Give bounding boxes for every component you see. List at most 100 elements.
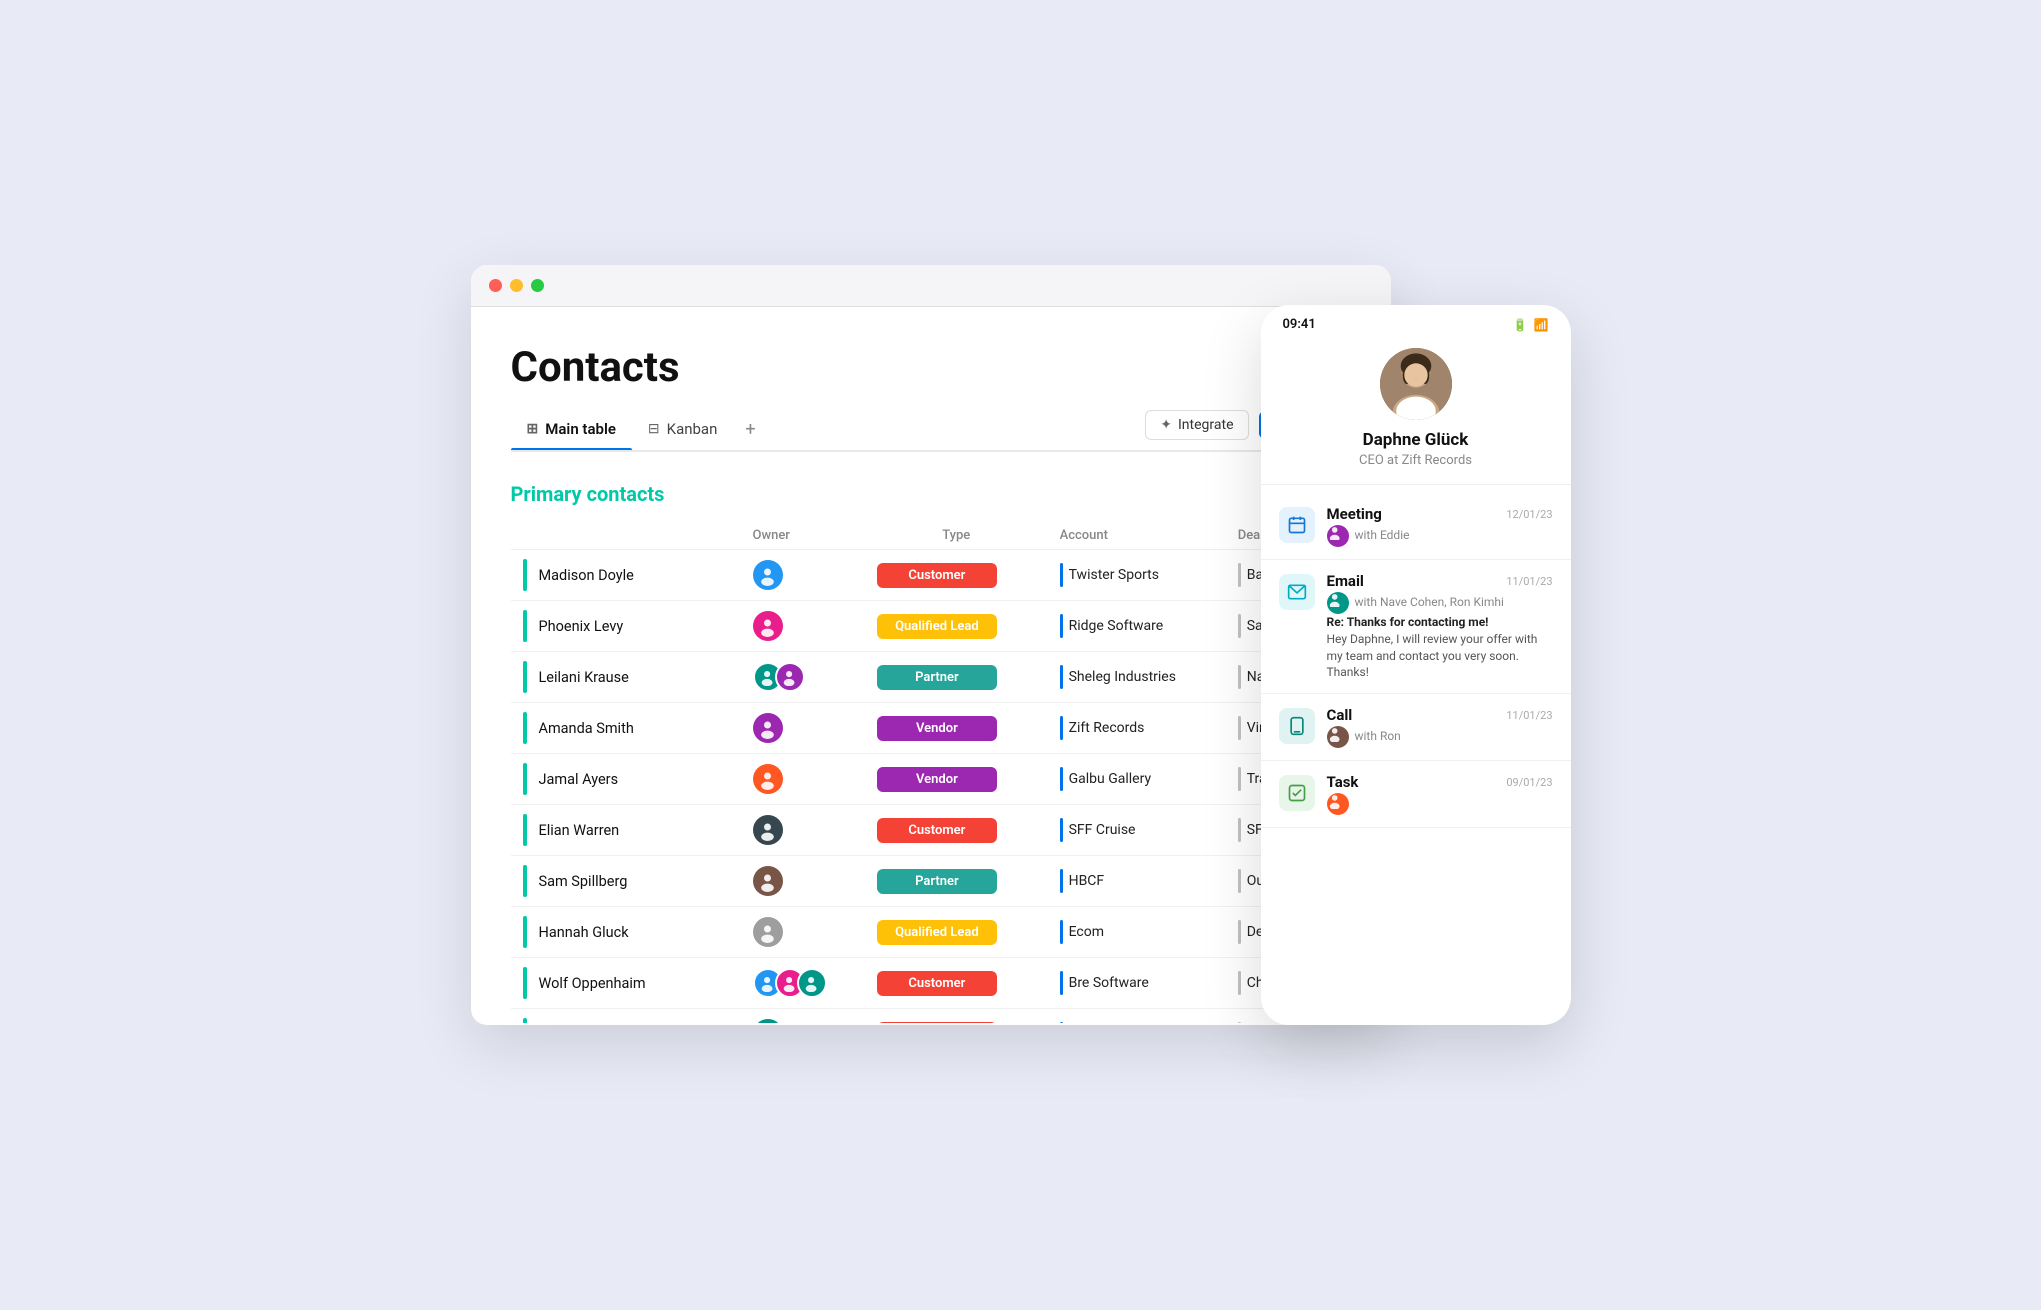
table-row[interactable]: Madison Doyle Customer Twister Sports Ba…: [511, 550, 1351, 601]
type-badge[interactable]: Customer: [877, 1022, 997, 1024]
contacts-table: Owner Type Account Deals Madison Doyle C…: [511, 522, 1351, 1023]
account-value: Zift Records: [1060, 716, 1214, 740]
contact-name: Madison Doyle: [539, 567, 634, 584]
contact-name: Elian Warren: [539, 822, 620, 839]
email-icon-wrap: [1279, 574, 1315, 610]
account-cell: Zift Records: [1048, 703, 1226, 754]
activity-call[interactable]: Call 11/01/23 with Ron: [1261, 694, 1571, 761]
owner-cell: [741, 703, 865, 754]
table-row[interactable]: Jamal Ayers Vendor Galbu Gallery Trays: [511, 754, 1351, 805]
meeting-date: 12/01/23: [1506, 508, 1552, 521]
email-preview: Re: Thanks for contacting me! Hey Daphne…: [1327, 614, 1553, 681]
task-icon-wrap: [1279, 775, 1315, 811]
contact-name: Hannah Gluck: [539, 924, 629, 941]
account-cell: Rot EM: [1048, 1009, 1226, 1024]
type-badge[interactable]: Qualified Lead: [877, 614, 997, 639]
type-cell[interactable]: Vendor: [865, 754, 1048, 805]
scene: Contacts ⊞ Main table ⊟ Kanban + ✦ Integ…: [471, 265, 1571, 1045]
owner-cell: [741, 754, 865, 805]
call-date: 11/01/23: [1506, 709, 1552, 722]
owner-cell: [741, 550, 865, 601]
owner-cell: [741, 958, 865, 1009]
type-badge[interactable]: Partner: [877, 665, 997, 690]
owner-avatar: [753, 713, 783, 743]
table-row[interactable]: John Walsh Customer Rot EM Prototype: [511, 1009, 1351, 1024]
type-badge[interactable]: Customer: [877, 971, 997, 996]
tab-main-table[interactable]: ⊞ Main table: [511, 412, 632, 448]
account-value: HBCF: [1060, 869, 1214, 893]
email-type: Email: [1327, 572, 1364, 590]
table-row[interactable]: Sam Spillberg Partner HBCF Outsourci: [511, 856, 1351, 907]
type-cell[interactable]: Vendor: [865, 703, 1048, 754]
owner-avatar-group: [753, 662, 853, 692]
type-cell[interactable]: Customer: [865, 1009, 1048, 1024]
name-cell: Wolf Oppenhaim: [511, 958, 741, 1009]
table-row[interactable]: Phoenix Levy Qualified Lead Ridge Softwa…: [511, 601, 1351, 652]
activity-task[interactable]: Task 09/01/23: [1261, 761, 1571, 828]
task-date: 09/01/23: [1506, 776, 1552, 789]
name-cell: Hannah Gluck: [511, 907, 741, 958]
account-cell: Sheleg Industries: [1048, 652, 1226, 703]
owner-avatar: [753, 611, 783, 641]
maximize-button[interactable]: [531, 279, 544, 292]
email-date: 11/01/23: [1506, 575, 1552, 588]
col-name: [511, 522, 741, 550]
table-row[interactable]: Leilani Krause Partner Sheleg Industries…: [511, 652, 1351, 703]
name-cell: Leilani Krause: [511, 652, 741, 703]
account-cell: Twister Sports: [1048, 550, 1226, 601]
type-badge[interactable]: Vendor: [877, 767, 997, 792]
table-row[interactable]: Hannah Gluck Qualified Lead Ecom Deal 1: [511, 907, 1351, 958]
account-value: Galbu Gallery: [1060, 767, 1214, 791]
owner-avatar: [753, 1019, 783, 1023]
integrate-icon: ✦: [1160, 417, 1172, 433]
account-value: Twister Sports: [1060, 563, 1214, 587]
meeting-icon-wrap: [1279, 507, 1315, 543]
email-sub: with Nave Cohen, Ron Kimhi: [1355, 595, 1504, 609]
account-cell: Ecom: [1048, 907, 1226, 958]
owner-avatar: [753, 560, 783, 590]
call-person-avatar: [1327, 726, 1349, 748]
owner-avatar: [775, 662, 805, 692]
table-header-row: Owner Type Account Deals: [511, 522, 1351, 550]
account-cell: HBCF: [1048, 856, 1226, 907]
mobile-profile: Daphne Glück CEO at Zift Records: [1261, 338, 1571, 485]
tab-kanban[interactable]: ⊟ Kanban: [632, 412, 733, 448]
type-cell[interactable]: Qualified Lead: [865, 907, 1048, 958]
name-cell: Madison Doyle: [511, 550, 741, 601]
minimize-button[interactable]: [510, 279, 523, 292]
activity-meeting[interactable]: Meeting 12/01/23 with Eddie: [1261, 493, 1571, 560]
account-value: SFF Cruise: [1060, 818, 1214, 842]
type-cell[interactable]: Customer: [865, 958, 1048, 1009]
type-badge[interactable]: Qualified Lead: [877, 920, 997, 945]
account-cell: SFF Cruise: [1048, 805, 1226, 856]
type-badge[interactable]: Vendor: [877, 716, 997, 741]
type-badge[interactable]: Customer: [877, 563, 997, 588]
type-cell[interactable]: Customer: [865, 805, 1048, 856]
account-cell: Ridge Software: [1048, 601, 1226, 652]
status-icons: 🔋 📶: [1513, 318, 1549, 332]
activity-email[interactable]: Email 11/01/23 with Nave Cohen, Ron Kimh…: [1261, 560, 1571, 694]
call-icon: [1287, 716, 1307, 736]
col-type: Type: [865, 522, 1048, 550]
account-value: Bre Software: [1060, 971, 1214, 995]
status-bar: 09:41 🔋 📶: [1261, 305, 1571, 338]
type-cell[interactable]: Partner: [865, 652, 1048, 703]
type-cell[interactable]: Qualified Lead: [865, 601, 1048, 652]
table-row[interactable]: Wolf Oppenhaim Customer Bre Software: [511, 958, 1351, 1009]
contact-name: Sam Spillberg: [539, 873, 628, 890]
contact-name: Jamal Ayers: [539, 771, 619, 788]
table-row[interactable]: Amanda Smith Vendor Zift Records Vinyl E…: [511, 703, 1351, 754]
integrate-button[interactable]: ✦ Integrate: [1145, 410, 1248, 440]
section-title: Primary contacts: [511, 482, 1351, 506]
name-cell: Amanda Smith: [511, 703, 741, 754]
close-button[interactable]: [489, 279, 502, 292]
type-cell[interactable]: Customer: [865, 550, 1048, 601]
table-row[interactable]: Elian Warren Customer SFF Cruise SF crui…: [511, 805, 1351, 856]
name-cell: Elian Warren: [511, 805, 741, 856]
page-title: Contacts: [511, 343, 1351, 392]
type-cell[interactable]: Partner: [865, 856, 1048, 907]
mobile-panel: 09:41 🔋 📶: [1261, 305, 1571, 1025]
add-tab-button[interactable]: +: [733, 411, 767, 450]
type-badge[interactable]: Customer: [877, 818, 997, 843]
type-badge[interactable]: Partner: [877, 869, 997, 894]
